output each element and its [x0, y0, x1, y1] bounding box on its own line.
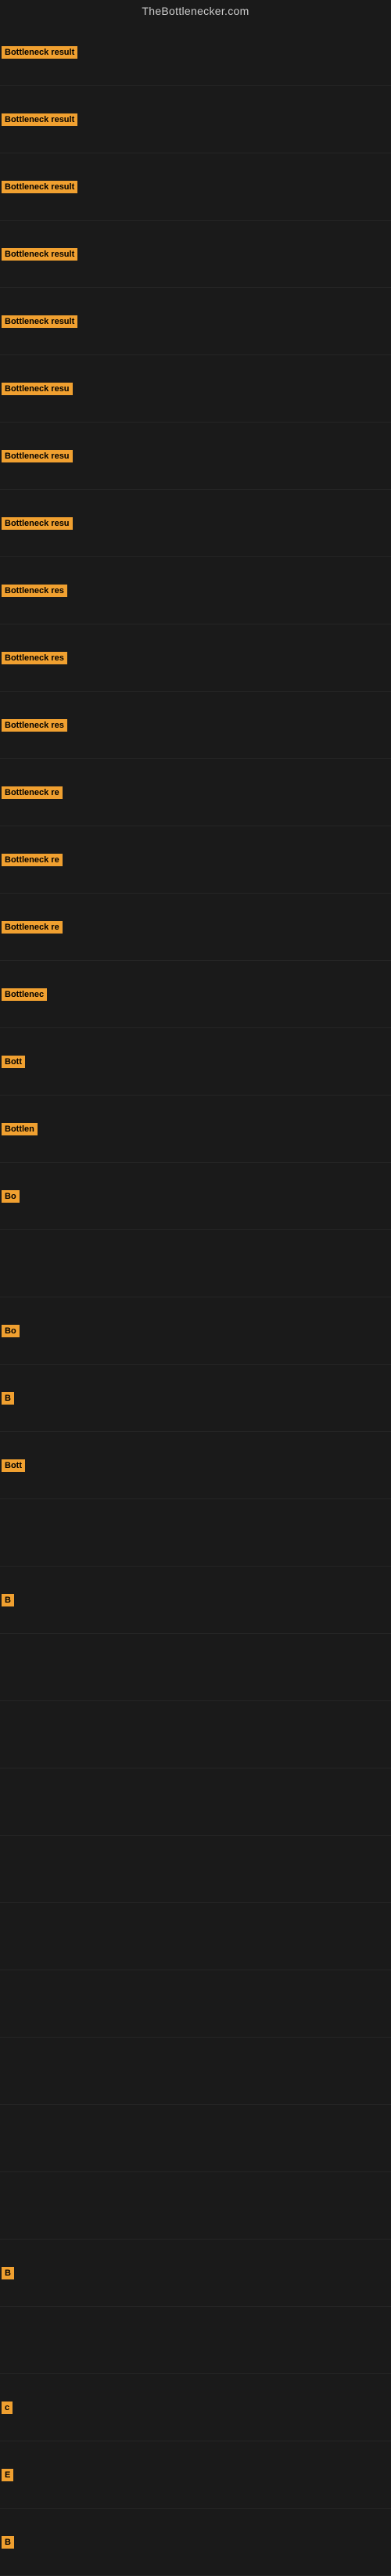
bottleneck-result-label: Bottleneck result	[2, 46, 77, 59]
bottleneck-result-label: Bottleneck resu	[2, 517, 73, 530]
chart-row: Bott	[0, 1432, 391, 1499]
chart-row: E	[0, 2441, 391, 2509]
bottleneck-result-label: B	[2, 2267, 14, 2279]
chart-row: Bottleneck result	[0, 19, 391, 86]
bottleneck-result-label: Bottleneck re	[2, 921, 63, 934]
bottleneck-result-label: Bottleneck result	[2, 181, 77, 193]
bottleneck-result-label: Bott	[2, 1056, 25, 1068]
bottleneck-result-label: E	[2, 2469, 13, 2481]
chart-row: Bottleneck res	[0, 692, 391, 759]
chart-row	[0, 1499, 391, 1567]
chart-row: Bottleneck resu	[0, 423, 391, 490]
chart-row	[0, 2038, 391, 2105]
bottleneck-result-label: c	[2, 2402, 13, 2414]
site-wrapper: TheBottlenecker.com Bottleneck resultBot…	[0, 0, 391, 2576]
bottleneck-result-label: Bottlenec	[2, 988, 47, 1001]
chart-row	[0, 2105, 391, 2172]
chart-container: Bottleneck result Bottleneck result Bottle…	[0, 19, 391, 2576]
bottleneck-result-label: Bottleneck re	[2, 854, 63, 866]
chart-row: Bottleneck re	[0, 826, 391, 894]
chart-row: Bottleneck result	[0, 153, 391, 221]
chart-row: Bott	[0, 1028, 391, 1096]
bottleneck-result-label: Bottleneck resu	[2, 383, 73, 395]
bottleneck-result-label: Bottleneck result	[2, 248, 77, 261]
chart-row	[0, 1970, 391, 2038]
chart-row: B	[0, 2509, 391, 2576]
bottleneck-result-label: Bo	[2, 1190, 20, 1203]
chart-row: Bottlenec	[0, 961, 391, 1028]
chart-row: B	[0, 1567, 391, 1634]
chart-row: Bo	[0, 1297, 391, 1365]
chart-row: Bottleneck res	[0, 624, 391, 692]
chart-row: Bottleneck resu	[0, 490, 391, 557]
chart-row: Bottleneck result	[0, 221, 391, 288]
bottleneck-result-label: Bott	[2, 1459, 25, 1472]
bottleneck-result-label: Bottleneck re	[2, 786, 63, 799]
chart-row	[0, 2307, 391, 2374]
bottleneck-result-label: B	[2, 2536, 14, 2549]
chart-row: c	[0, 2374, 391, 2441]
bottleneck-result-label: Bottleneck result	[2, 315, 77, 328]
bottleneck-result-label: Bo	[2, 1325, 20, 1337]
bottleneck-result-label: B	[2, 1594, 14, 1606]
bottleneck-result-label: Bottleneck res	[2, 585, 67, 597]
bottleneck-result-label: B	[2, 1392, 14, 1405]
chart-row: Bottleneck result	[0, 288, 391, 355]
site-title: TheBottlenecker.com	[0, 0, 391, 19]
chart-row: Bo	[0, 1163, 391, 1230]
chart-row: Bottleneck re	[0, 894, 391, 961]
chart-row	[0, 1903, 391, 1970]
chart-row: Bottleneck res	[0, 557, 391, 624]
chart-row	[0, 2172, 391, 2240]
chart-row: Bottlen	[0, 1096, 391, 1163]
chart-row	[0, 1768, 391, 1836]
bottleneck-result-label: Bottleneck result	[2, 113, 77, 126]
chart-row: B	[0, 2240, 391, 2307]
chart-row	[0, 1701, 391, 1768]
chart-row	[0, 1836, 391, 1903]
bottleneck-result-label: Bottleneck res	[2, 719, 67, 732]
bottleneck-result-label: Bottlen	[2, 1123, 38, 1135]
chart-row	[0, 1230, 391, 1297]
bottleneck-result-label: Bottleneck resu	[2, 450, 73, 462]
chart-row: Bottleneck resu	[0, 355, 391, 423]
chart-row: B	[0, 1365, 391, 1432]
bottleneck-result-label: Bottleneck res	[2, 652, 67, 664]
chart-row	[0, 1634, 391, 1701]
chart-row: Bottleneck result	[0, 86, 391, 153]
chart-row: Bottleneck re	[0, 759, 391, 826]
